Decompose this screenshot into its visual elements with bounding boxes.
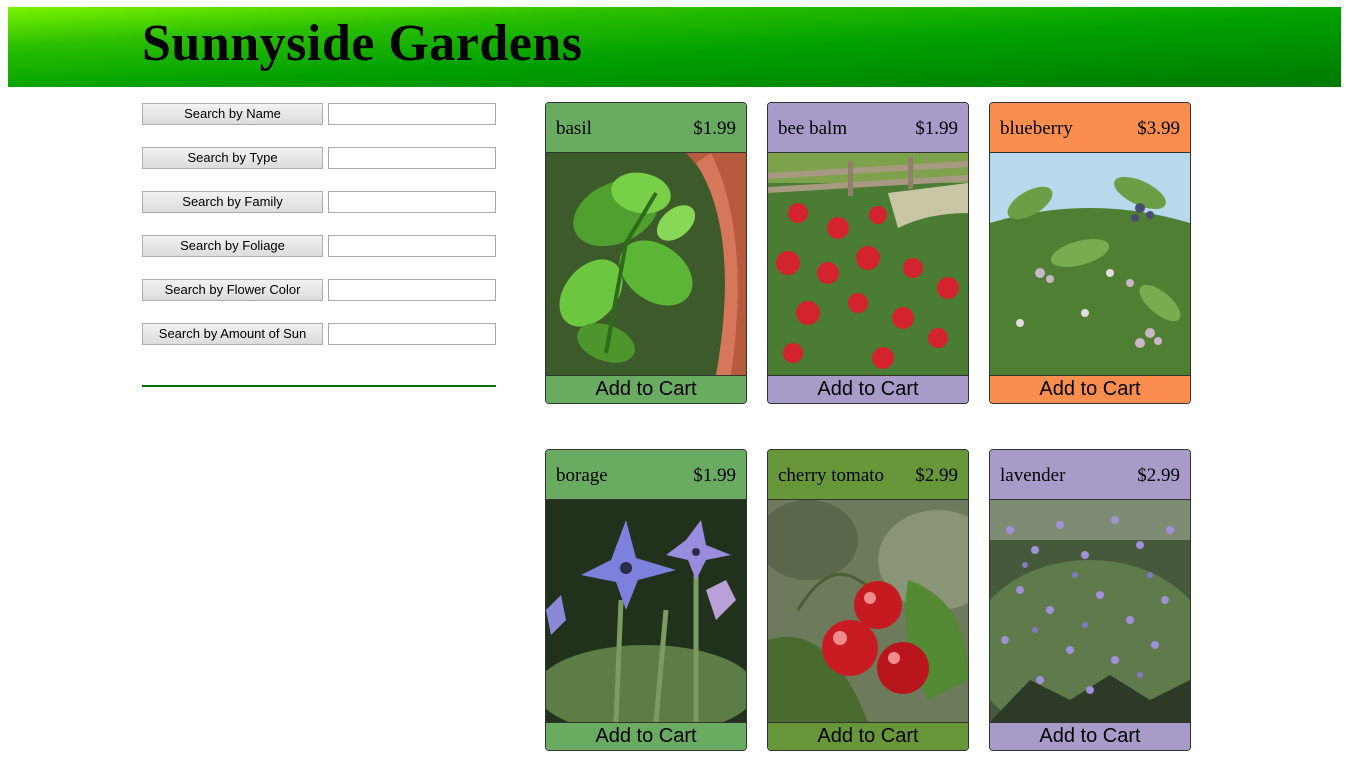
card-header: blueberry $3.99: [990, 103, 1190, 153]
product-name: cherry tomato: [778, 465, 885, 486]
card-header: lavender $2.99: [990, 450, 1190, 500]
product-name: blueberry: [1000, 118, 1073, 139]
search-row-sun: Search by Amount of Sun: [142, 323, 496, 345]
search-by-foliage-button[interactable]: Search by Foliage: [142, 235, 323, 257]
search-flower-color-input[interactable]: [328, 279, 496, 301]
borage-photo: [546, 500, 746, 722]
card-header: bee balm $1.99: [768, 103, 968, 153]
search-by-name-button[interactable]: Search by Name: [142, 103, 323, 125]
basil-photo: [546, 153, 746, 375]
product-card: blueberry $3.99 Add to Cart: [989, 102, 1191, 404]
search-row-foliage: Search by Foliage: [142, 235, 496, 257]
add-to-cart-button[interactable]: Add to Cart: [990, 375, 1190, 403]
search-row-flower-color: Search by Flower Color: [142, 279, 496, 301]
site-header: Sunnyside Gardens: [8, 7, 1341, 87]
search-family-input[interactable]: [328, 191, 496, 213]
product-name: bee balm: [778, 118, 848, 139]
bee-balm-photo: [768, 153, 968, 375]
search-row-family: Search by Family: [142, 191, 496, 213]
product-name: borage: [556, 465, 608, 486]
product-price: $3.99: [1137, 118, 1180, 139]
product-card: basil $1.99 Add to Cart: [545, 102, 747, 404]
card-header: cherry tomato $2.99: [768, 450, 968, 500]
product-price: $1.99: [693, 465, 736, 486]
cherry-tomato-photo: [768, 500, 968, 722]
product-name: lavender: [1000, 465, 1066, 486]
search-by-flower-color-button[interactable]: Search by Flower Color: [142, 279, 323, 301]
blueberry-photo: [990, 153, 1190, 375]
search-name-input[interactable]: [328, 103, 496, 125]
search-by-family-button[interactable]: Search by Family: [142, 191, 323, 213]
add-to-cart-button[interactable]: Add to Cart: [768, 375, 968, 403]
card-header: basil $1.99: [546, 103, 746, 153]
product-card: cherry tomato $2.99 Add to Cart: [767, 449, 969, 751]
search-sun-input[interactable]: [328, 323, 496, 345]
add-to-cart-button[interactable]: Add to Cart: [546, 375, 746, 403]
search-by-type-button[interactable]: Search by Type: [142, 147, 323, 169]
add-to-cart-button[interactable]: Add to Cart: [990, 722, 1190, 750]
product-name: basil: [556, 118, 592, 139]
search-type-input[interactable]: [328, 147, 496, 169]
product-price: $2.99: [1137, 465, 1180, 486]
site-title: Sunnyside Gardens: [142, 15, 583, 72]
product-price: $2.99: [915, 465, 958, 486]
search-row-name: Search by Name: [142, 103, 496, 125]
search-foliage-input[interactable]: [328, 235, 496, 257]
product-price: $1.99: [693, 118, 736, 139]
add-to-cart-button[interactable]: Add to Cart: [768, 722, 968, 750]
lavender-photo: [990, 500, 1190, 722]
search-row-type: Search by Type: [142, 147, 496, 169]
card-header: borage $1.99: [546, 450, 746, 500]
product-price: $1.99: [915, 118, 958, 139]
product-card: borage $1.99 Add to Cart: [545, 449, 747, 751]
product-card: bee balm $1.99 Add to Cart: [767, 102, 969, 404]
search-by-amount-of-sun-button[interactable]: Search by Amount of Sun: [142, 323, 323, 345]
search-divider: [142, 385, 496, 387]
product-card: lavender $2.99 Add to Cart: [989, 449, 1191, 751]
add-to-cart-button[interactable]: Add to Cart: [546, 722, 746, 750]
